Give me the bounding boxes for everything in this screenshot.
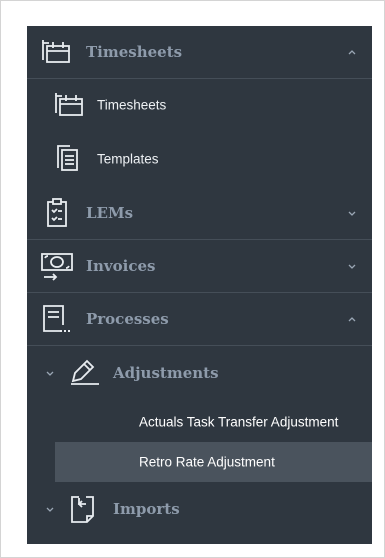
section-label-lems: LEMs bbox=[86, 204, 134, 222]
sidebar-item-retro-rate-adjustment[interactable]: Retro Rate Adjustment bbox=[55, 442, 372, 482]
templates-icon bbox=[57, 145, 78, 171]
pen-edit-icon bbox=[71, 359, 99, 385]
window-frame: Timesheets Timesheets Templates LEMs Inv… bbox=[0, 0, 385, 558]
sidebar-item-timesheets[interactable]: Timesheets bbox=[27, 79, 372, 131]
invoice-money-icon bbox=[41, 253, 73, 281]
sidebar-section-invoices[interactable]: Invoices bbox=[27, 240, 372, 292]
sidebar-item-label: Actuals Task Transfer Adjustment bbox=[139, 414, 339, 430]
divider bbox=[27, 345, 372, 346]
group-label-imports: Imports bbox=[113, 500, 180, 518]
group-label-adjustments: Adjustments bbox=[113, 364, 219, 382]
chevron-down-icon[interactable] bbox=[44, 367, 56, 379]
chevron-down-icon[interactable] bbox=[346, 207, 358, 219]
sidebar-item-label: Timesheets bbox=[97, 97, 167, 113]
sidebar-section-lems[interactable]: LEMs bbox=[27, 187, 372, 239]
sidebar-section-processes[interactable]: Processes bbox=[27, 293, 372, 345]
sidebar-item-templates[interactable]: Templates bbox=[27, 133, 372, 185]
import-file-icon bbox=[71, 496, 94, 523]
chevron-up-icon[interactable] bbox=[346, 313, 358, 325]
sidebar-group-adjustments[interactable]: Adjustments bbox=[27, 347, 372, 399]
timesheet-icon bbox=[42, 40, 70, 63]
clipboard-checklist-icon bbox=[47, 198, 67, 227]
chevron-up-icon[interactable] bbox=[346, 46, 358, 58]
sidebar-group-imports[interactable]: Imports bbox=[27, 483, 372, 535]
sidebar-nav: Timesheets Timesheets Templates LEMs Inv… bbox=[27, 26, 372, 544]
sidebar-item-label: Retro Rate Adjustment bbox=[139, 454, 275, 470]
chevron-down-icon[interactable] bbox=[44, 503, 56, 515]
section-label-processes: Processes bbox=[86, 310, 169, 328]
timesheet-icon bbox=[55, 93, 83, 116]
sidebar-item-label: Templates bbox=[97, 151, 159, 167]
section-label-invoices: Invoices bbox=[86, 257, 156, 275]
section-label-timesheets: Timesheets bbox=[86, 43, 183, 61]
sidebar-item-actuals-task-transfer-adjustment[interactable]: Actuals Task Transfer Adjustment bbox=[27, 402, 372, 442]
chevron-down-icon[interactable] bbox=[346, 260, 358, 272]
sidebar-section-timesheets[interactable]: Timesheets bbox=[27, 26, 372, 78]
processes-document-icon bbox=[43, 305, 70, 332]
